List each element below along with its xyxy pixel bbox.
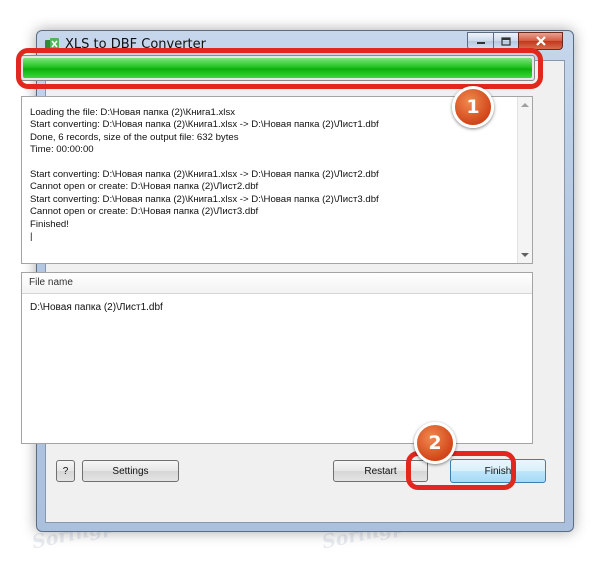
callout-badge-1: 1	[452, 86, 494, 128]
minimize-icon	[476, 42, 485, 44]
column-header-file-name[interactable]: File name	[22, 273, 532, 294]
log-line: Time: 00:00:00	[30, 144, 94, 156]
scroll-up-arrow-icon[interactable]	[521, 103, 529, 107]
log-line: Start converting: D:\Новая папка (2)\Кни…	[30, 168, 379, 180]
close-icon	[535, 36, 546, 46]
log-line: Cannot open or create: D:\Новая папка (2…	[30, 206, 259, 218]
callout-badge-2: 2	[414, 422, 456, 464]
callout-ring-progress	[16, 48, 543, 89]
output-file-list[interactable]: File name D:\Новая папка (2)\Лист1.dbf	[21, 272, 533, 444]
log-line: Start converting: D:\Новая папка (2)\Кни…	[30, 193, 379, 205]
settings-button[interactable]: Settings	[82, 460, 179, 482]
log-cursor: |	[30, 230, 33, 242]
log-line: Done, 6 records, size of the output file…	[30, 131, 239, 143]
scroll-down-arrow-icon[interactable]	[521, 253, 529, 257]
maximize-icon	[501, 36, 511, 46]
log-output[interactable]: Loading the file: D:\Новая папка (2)\Кни…	[21, 96, 533, 264]
log-line: Finished!	[30, 218, 69, 230]
log-scrollbar[interactable]	[517, 97, 532, 263]
help-button[interactable]: ?	[56, 460, 75, 482]
list-item[interactable]: D:\Новая папка (2)\Лист1.dbf	[22, 294, 532, 313]
log-line: Cannot open or create: D:\Новая папка (2…	[30, 181, 259, 193]
